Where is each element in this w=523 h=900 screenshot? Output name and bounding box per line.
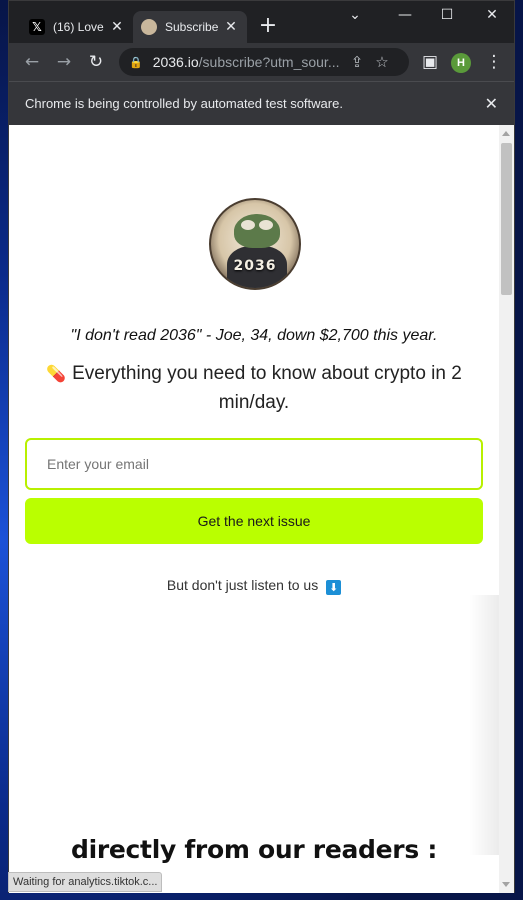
email-input[interactable]	[25, 438, 483, 490]
tab-title: Subscribe	[165, 20, 219, 34]
browser-toolbar: ← → ↻ 🔒 2036.io/subscribe?utm_sour... ⇪ …	[9, 43, 514, 81]
profile-avatar[interactable]: H	[451, 53, 471, 73]
frog-favicon-icon	[141, 19, 157, 35]
share-icon[interactable]: ⇪	[351, 53, 364, 71]
testimonial-quote: "I don't read 2036" - Joe, 34, down $2,7…	[70, 327, 438, 344]
tab-search-button[interactable]: ⌄	[341, 7, 369, 27]
url-text[interactable]: 2036.io/subscribe?utm_sour...	[153, 54, 339, 70]
tagline-text: Everything you need to know about crypto…	[72, 363, 462, 413]
address-bar[interactable]: 🔒 2036.io/subscribe?utm_sour... ⇪ ☆	[119, 48, 409, 76]
infobar-message: Chrome is being controlled by automated …	[25, 96, 343, 111]
window-close-button[interactable]: ✕	[478, 7, 506, 27]
menu-kebab-icon[interactable]: ⋮	[483, 51, 505, 73]
lock-icon: 🔒	[129, 55, 143, 69]
automation-infobar: Chrome is being controlled by automated …	[9, 81, 514, 125]
back-arrow-icon[interactable]: ←	[21, 51, 43, 73]
logo-eye	[259, 220, 273, 230]
scroll-down-arrow-icon[interactable]	[502, 882, 510, 887]
pill-icon: 💊	[46, 366, 67, 383]
tagline: 💊 Everything you need to know about crypt…	[39, 360, 469, 417]
tab-subscribe[interactable]: Subscribe ✕	[133, 11, 247, 43]
bookmark-star-icon[interactable]: ☆	[375, 53, 388, 71]
logo-frog-head	[234, 214, 280, 248]
subscribe-button[interactable]: Get the next issue	[25, 498, 483, 544]
tab-twitter[interactable]: 𝕏 (16) Love ✕	[21, 11, 133, 43]
new-tab-button[interactable]: +	[257, 15, 279, 37]
listen-note: But don't just listen to us ⬇	[9, 577, 499, 595]
tab-title: (16) Love	[53, 20, 104, 34]
down-arrow-icon: ⬇	[326, 580, 342, 595]
logo-eye	[241, 220, 255, 230]
scroll-up-arrow-icon[interactable]	[502, 131, 510, 136]
tab-close-icon[interactable]: ✕	[109, 19, 125, 35]
tab-close-icon[interactable]: ✕	[223, 19, 239, 35]
page-scrollbar[interactable]	[499, 125, 514, 893]
browser-window: 𝕏 (16) Love ✕ Subscribe ✕ + ⌄ — ☐ ✕ ← → …	[8, 0, 515, 893]
x-logo-icon: 𝕏	[29, 19, 45, 35]
url-path: /subscribe?utm_sour...	[198, 54, 339, 70]
brand-logo: 2036	[209, 198, 301, 290]
logo-text: 2036	[233, 258, 277, 274]
tab-strip: 𝕏 (16) Love ✕ Subscribe ✕ + ⌄ — ☐ ✕	[9, 1, 514, 43]
readers-heading: directly from our readers :	[70, 835, 438, 864]
maximize-button[interactable]: ☐	[433, 7, 461, 27]
minimize-button[interactable]: —	[391, 7, 419, 27]
scrollbar-thumb[interactable]	[501, 143, 512, 295]
status-bubble: Waiting for analytics.tiktok.c...	[8, 872, 163, 892]
side-shadow	[469, 595, 499, 855]
side-panel-icon[interactable]: ▣	[419, 51, 441, 73]
url-host: 2036.io	[152, 54, 199, 70]
reload-icon[interactable]: ↻	[85, 51, 107, 73]
page-viewport: 2036 "I don't read 2036" - Joe, 34, down…	[9, 125, 499, 893]
forward-arrow-icon[interactable]: →	[53, 51, 75, 73]
listen-text: But don't just listen to us	[166, 577, 319, 593]
infobar-close-icon[interactable]: ✕	[485, 94, 498, 113]
